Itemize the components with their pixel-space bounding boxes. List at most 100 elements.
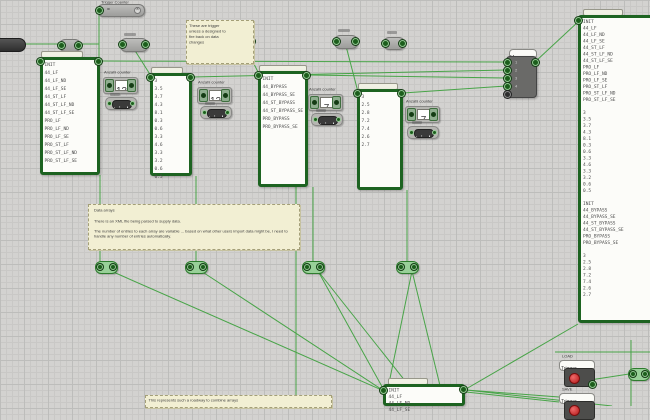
wire[interactable] — [386, 270, 413, 394]
output-port[interactable] — [642, 371, 648, 377]
wire[interactable] — [200, 270, 385, 392]
wire[interactable] — [307, 74, 507, 79]
wire[interactable] — [100, 60, 507, 63]
merge-input-port[interactable] — [504, 59, 511, 66]
counter-out-port[interactable] — [127, 79, 136, 92]
panel-port[interactable] — [354, 90, 361, 97]
merge-component[interactable]: 1 2 3 4 — [504, 56, 539, 98]
relay-node[interactable] — [119, 38, 149, 52]
passthrough-node[interactable] — [185, 261, 208, 274]
note-trigger-info[interactable]: These are trigger unless a designed to f… — [186, 20, 254, 64]
trigger-counter[interactable]: = × — [96, 4, 145, 17]
output-port[interactable] — [411, 264, 417, 270]
close-icon[interactable]: × — [134, 7, 141, 14]
record-button-save[interactable] — [564, 401, 595, 420]
record-icon[interactable] — [569, 405, 580, 416]
panel-lf-datanames[interactable]: INIT 44_LF 44_LF_ND 44_LF_SE 44_ST_LF 44… — [40, 57, 100, 175]
input-port[interactable] — [398, 264, 404, 270]
panel-bypass-datanames[interactable]: INIT 44_BYPASS 44_BYPASS_SE 44_ST_BYPASS… — [258, 71, 308, 187]
panel-port[interactable] — [575, 17, 582, 24]
link-toggle[interactable]: Link — [200, 106, 232, 119]
counter-value[interactable]: 12 — [210, 96, 221, 100]
link-toggle[interactable]: Link — [105, 97, 137, 110]
panel-chainer[interactable]: INIT 44_LF 44_LF_ND 44_LF_SE — [383, 384, 465, 413]
panel-port[interactable] — [303, 72, 310, 79]
panel-port[interactable] — [380, 387, 387, 394]
output-port[interactable] — [399, 40, 406, 47]
merge-input-port[interactable] — [504, 75, 511, 82]
note-data-arrays[interactable]: Data arrays There is an XML file being p… — [88, 204, 300, 250]
passthrough-node[interactable] — [95, 261, 118, 274]
passthrough-node[interactable] — [628, 368, 650, 381]
counter-value[interactable]: 13 — [116, 86, 127, 90]
counter-value[interactable]: 7 — [421, 115, 427, 119]
counter-in-port[interactable] — [105, 79, 114, 92]
panel-port[interactable] — [37, 58, 44, 65]
relay-node[interactable] — [382, 37, 406, 50]
relay-node[interactable] — [333, 35, 359, 49]
input-port[interactable] — [304, 264, 310, 270]
panel-port[interactable] — [460, 386, 467, 393]
wire[interactable] — [345, 45, 359, 93]
counter-out-port[interactable] — [429, 108, 438, 121]
panel-port[interactable] — [187, 74, 194, 81]
input-port[interactable] — [187, 264, 193, 270]
counter-label: Anzahl counter — [198, 80, 225, 85]
output-port[interactable] — [142, 41, 149, 48]
node-label-smudge — [412, 121, 422, 124]
counter-in-port[interactable] — [310, 96, 319, 109]
passthrough-node[interactable] — [396, 261, 419, 274]
input-port[interactable] — [333, 38, 340, 45]
recorder-port[interactable] — [589, 381, 596, 388]
node-label-smudge — [387, 31, 397, 34]
counter-out-port[interactable] — [332, 96, 341, 109]
panel-data-collector[interactable]: INIT 44_LF 44_LF_ND 44_LF_SE 44_ST_LF 44… — [578, 15, 650, 323]
toggle-port[interactable] — [225, 110, 230, 115]
anzahl-counter[interactable]: 13 — [103, 77, 138, 94]
wire[interactable] — [535, 20, 580, 62]
output-port[interactable] — [75, 42, 82, 49]
trigger-counter-port[interactable] — [96, 7, 103, 14]
merge-input-port[interactable] — [504, 83, 511, 90]
wire[interactable] — [110, 270, 385, 392]
wire[interactable] — [402, 85, 507, 94]
panel-port[interactable] — [398, 90, 405, 97]
panel-port[interactable] — [147, 74, 154, 81]
wire[interactable] — [133, 48, 152, 77]
link-label: Link — [415, 135, 433, 137]
anzahl-counter[interactable]: 7 — [405, 106, 440, 123]
passthrough-node[interactable] — [302, 261, 325, 274]
toggle-port[interactable] — [336, 117, 341, 122]
toggle-port[interactable] — [130, 101, 135, 106]
panel-port[interactable] — [255, 72, 262, 79]
link-toggle[interactable]: Link — [407, 126, 439, 139]
record-icon[interactable] — [569, 373, 580, 384]
output-port[interactable] — [110, 264, 116, 270]
input-port[interactable] — [630, 371, 636, 377]
edge-capsule[interactable] — [0, 38, 26, 52]
record-button-load[interactable] — [564, 368, 596, 388]
merge-output-port[interactable] — [532, 59, 539, 66]
note-line: There is an XML file being parsed to sup… — [94, 219, 181, 224]
output-port[interactable] — [200, 264, 206, 270]
input-port[interactable] — [119, 41, 126, 48]
counter-value[interactable]: 7 — [324, 103, 330, 107]
merge-input-port[interactable] — [504, 67, 511, 74]
panel-port[interactable] — [95, 58, 102, 65]
output-port[interactable] — [317, 264, 323, 270]
panel-lf-values[interactable]: 3 3.5 3.7 4.3 8.1 0.3 0.6 3.3 4.6 3.3 3.… — [150, 73, 192, 180]
toggle-port[interactable] — [432, 130, 437, 135]
counter-out-port[interactable] — [221, 89, 230, 102]
output-port[interactable] — [352, 38, 359, 45]
link-toggle[interactable]: Link — [311, 113, 343, 126]
input-port[interactable] — [382, 40, 389, 47]
note-pathway[interactable]: This represents such a roadway to combin… — [145, 395, 332, 408]
counter-in-port[interactable] — [407, 108, 416, 121]
counter-in-port[interactable] — [199, 89, 208, 102]
wire[interactable] — [589, 373, 630, 381]
panel-bypass-values[interactable]: 3 2.5 2.8 7.2 7.4 2.6 2.7 — [357, 89, 403, 190]
input-port[interactable] — [58, 42, 65, 49]
merge-add-port[interactable] — [504, 91, 511, 98]
wire[interactable] — [317, 270, 386, 393]
input-port[interactable] — [97, 264, 103, 270]
